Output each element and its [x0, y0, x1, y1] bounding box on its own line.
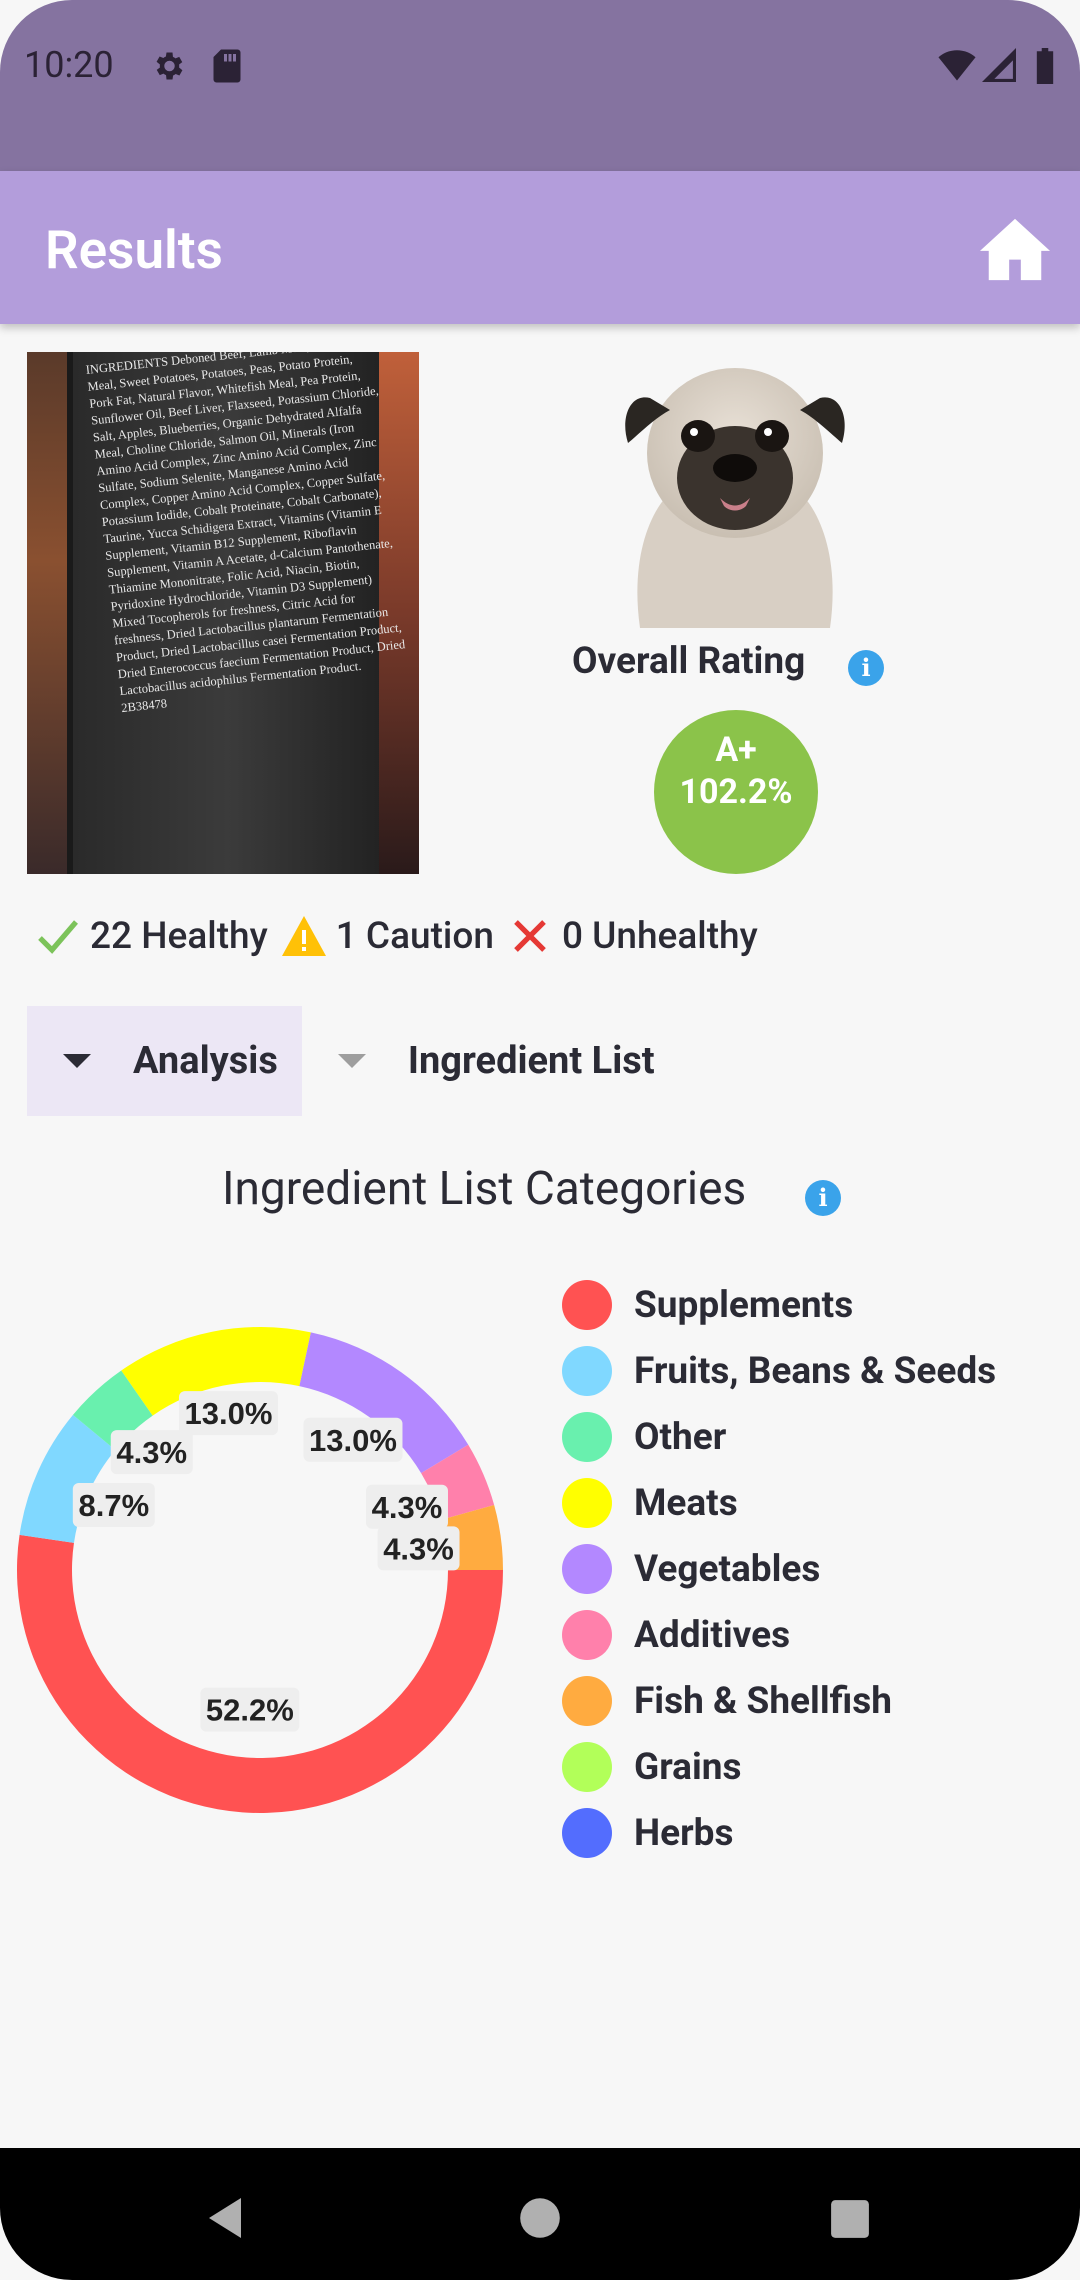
cross-icon	[514, 920, 546, 952]
battery-icon	[1036, 48, 1054, 84]
rating-badge: A+ 102.2%	[654, 710, 818, 874]
app-frame: 10:20 Results INGREDIENTS Deboned Beef, …	[0, 0, 1080, 2280]
settings-icon	[156, 52, 183, 80]
signal-icon	[982, 48, 1016, 82]
legend-swatch	[562, 1544, 612, 1594]
overall-rating-title: Overall Rating	[572, 640, 806, 683]
sd-card-icon	[213, 49, 241, 83]
caution-count: 1 Caution	[280, 912, 494, 960]
status-bar: 10:20	[0, 0, 1080, 171]
legend-item: Herbs	[562, 1800, 996, 1866]
donut-data-label: 8.7%	[72, 1482, 155, 1527]
donut-chart: 52.2% 8.7% 4.3% 13.0% 13.0% 4.3% 4.3%	[16, 1327, 504, 1814]
navigation-bar	[0, 2148, 1080, 2280]
legend-item: Supplements	[562, 1272, 996, 1338]
warning-icon	[281, 916, 326, 956]
legend-item: Fish & Shellfish	[562, 1668, 996, 1734]
home-icon[interactable]	[980, 215, 1050, 281]
home-nav-icon[interactable]	[518, 2196, 562, 2240]
legend-swatch	[562, 1478, 612, 1528]
ingredient-photo-text: INGREDIENTS Deboned Beef, Lamb Meal, Sal…	[85, 352, 406, 716]
pug-image	[625, 368, 845, 628]
back-icon[interactable]	[205, 2196, 245, 2240]
recents-icon[interactable]	[829, 2198, 871, 2240]
donut-label-text: 8.7%	[78, 1488, 149, 1523]
donut-data-label: 4.3%	[377, 1526, 460, 1571]
legend-label: Supplements	[634, 1283, 854, 1327]
legend-label: Fruits, Beans & Seeds	[634, 1349, 997, 1393]
legend-item: Fruits, Beans & Seeds	[562, 1338, 996, 1404]
donut-data-label: 13.0%	[178, 1391, 278, 1436]
legend-swatch	[562, 1610, 612, 1660]
app-bar: Results	[0, 171, 1080, 324]
legend-item: Grains	[562, 1734, 996, 1800]
legend-label: Meats	[634, 1481, 738, 1525]
legend-item: Meats	[562, 1470, 996, 1536]
page-title: Results	[45, 219, 223, 281]
legend-swatch	[562, 1676, 612, 1726]
legend-swatch	[562, 1346, 612, 1396]
donut-data-label: 13.0%	[303, 1417, 403, 1462]
status-time: 10:20	[24, 44, 114, 86]
legend-item: Vegetables	[562, 1536, 996, 1602]
legend-label: Other	[634, 1415, 727, 1459]
donut-data-label: 4.3%	[365, 1484, 448, 1529]
unhealthy-count: 0 Unhealthy	[506, 912, 758, 960]
wifi-icon	[938, 50, 976, 81]
health-counts: 22 Healthy 1 Caution 0 Unhealthy	[34, 908, 770, 964]
healthy-count: 22 Healthy	[34, 912, 268, 960]
chevron-down-icon	[63, 1054, 91, 1068]
donut-data-label: 52.2%	[200, 1687, 300, 1732]
legend-label: Herbs	[634, 1811, 734, 1855]
donut-label-text: 4.3%	[383, 1531, 454, 1566]
check-icon	[38, 920, 78, 954]
donut-label-text: 52.2%	[206, 1693, 294, 1728]
legend-item: Additives	[562, 1602, 996, 1668]
donut-label-text: 13.0%	[309, 1423, 397, 1458]
donut-slice	[16, 1534, 504, 1814]
legend-item: Other	[562, 1404, 996, 1470]
donut-data-label: 4.3%	[110, 1430, 193, 1475]
chart-title: Ingredient List Categories	[222, 1162, 747, 1216]
ingredient-label-photo: INGREDIENTS Deboned Beef, Lamb Meal, Sal…	[27, 352, 419, 874]
legend-swatch	[562, 1412, 612, 1462]
legend-label: Grains	[634, 1745, 742, 1789]
info-icon[interactable]: i	[805, 1180, 841, 1216]
donut-label-text: 4.3%	[116, 1435, 187, 1470]
section-tabs: Analysis Ingredient List	[27, 1006, 679, 1116]
chart-legend: Supplements Fruits, Beans & Seeds Other Mea…	[562, 1272, 996, 1866]
donut-label-text: 4.3%	[372, 1490, 443, 1525]
tab-analysis[interactable]: Analysis	[27, 1006, 302, 1116]
legend-swatch	[562, 1742, 612, 1792]
legend-label: Fish & Shellfish	[634, 1679, 892, 1723]
rating-percent: 102.2%	[679, 772, 793, 812]
legend-label: Vegetables	[634, 1547, 821, 1591]
legend-label: Additives	[634, 1613, 791, 1657]
tab-ingredient-list[interactable]: Ingredient List	[302, 1006, 679, 1116]
donut-label-text: 13.0%	[185, 1396, 273, 1431]
legend-swatch	[562, 1280, 612, 1330]
info-icon[interactable]: i	[848, 650, 884, 686]
legend-swatch	[562, 1808, 612, 1858]
rating-grade: A+	[715, 730, 757, 770]
chevron-down-icon	[337, 1054, 366, 1068]
